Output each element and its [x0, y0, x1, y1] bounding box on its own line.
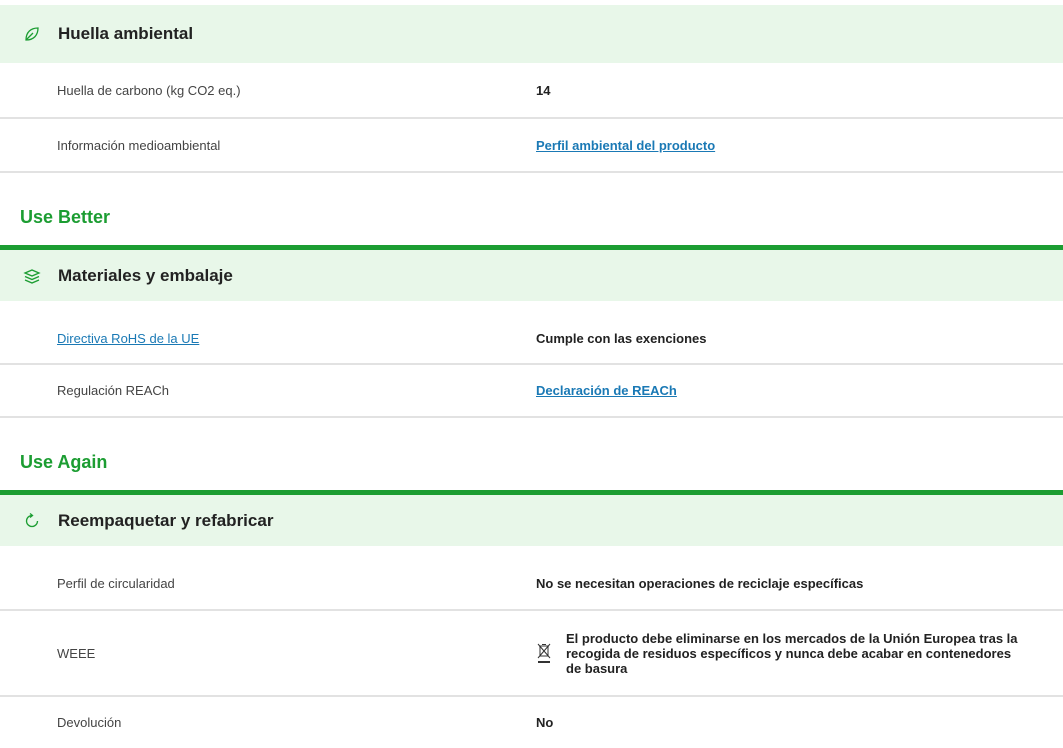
circularity-label: Perfil de circularidad — [57, 576, 175, 591]
layers-icon — [22, 266, 42, 286]
section-header-footprint: Huella ambiental — [0, 5, 1063, 63]
return-label: Devolución — [57, 715, 122, 730]
row-weee: WEEE El producto debe eliminarse en los … — [0, 611, 1063, 697]
section-header-materials: Materiales y embalaje — [0, 245, 1063, 301]
row-return: Devolución No — [0, 697, 1063, 748]
carbon-footprint-label: Huella de carbono (kg CO2 eq.) — [57, 82, 241, 98]
rohs-directive-link[interactable]: Directiva RoHS de la UE — [57, 331, 199, 346]
row-environmental-info: Información medioambiental Perfil ambien… — [0, 119, 1063, 173]
product-environmental-profile-link[interactable]: Perfil ambiental del producto — [536, 138, 715, 153]
circularity-value: No se necesitan operaciones de reciclaje… — [536, 576, 864, 591]
crossed-bin-icon — [536, 642, 552, 664]
row-circularity: Perfil de circularidad No se necesitan o… — [0, 558, 1063, 611]
section-title-footprint: Huella ambiental — [58, 24, 194, 43]
return-value: No — [536, 715, 554, 730]
carbon-footprint-value: 14 — [536, 82, 551, 98]
reach-label: Regulación REACh — [57, 383, 170, 398]
section-title-materials: Materiales y embalaje — [58, 265, 233, 285]
section-header-remanufacture: Reempaquetar y refabricar — [0, 490, 1063, 546]
section-title-remanufacture: Reempaquetar y refabricar — [58, 510, 274, 530]
reach-declaration-link[interactable]: Declaración de REACh — [536, 383, 677, 398]
weee-label: WEEE — [57, 645, 96, 661]
group-title-use-better: Use Better — [20, 207, 111, 227]
row-carbon-footprint: Huella de carbono (kg CO2 eq.) 14 — [0, 63, 1063, 119]
rohs-value: Cumple con las exenciones — [536, 330, 707, 346]
row-reach: Regulación REACh Declaración de REACh — [0, 365, 1063, 418]
leaf-icon — [22, 24, 42, 44]
weee-value: El producto debe eliminarse en los merca… — [566, 630, 1018, 676]
group-title-use-again: Use Again — [20, 452, 108, 472]
environmental-info-label: Información medioambiental — [57, 137, 221, 153]
row-rohs: Directiva RoHS de la UE Cumple con las e… — [0, 313, 1063, 365]
refresh-icon — [22, 511, 42, 531]
